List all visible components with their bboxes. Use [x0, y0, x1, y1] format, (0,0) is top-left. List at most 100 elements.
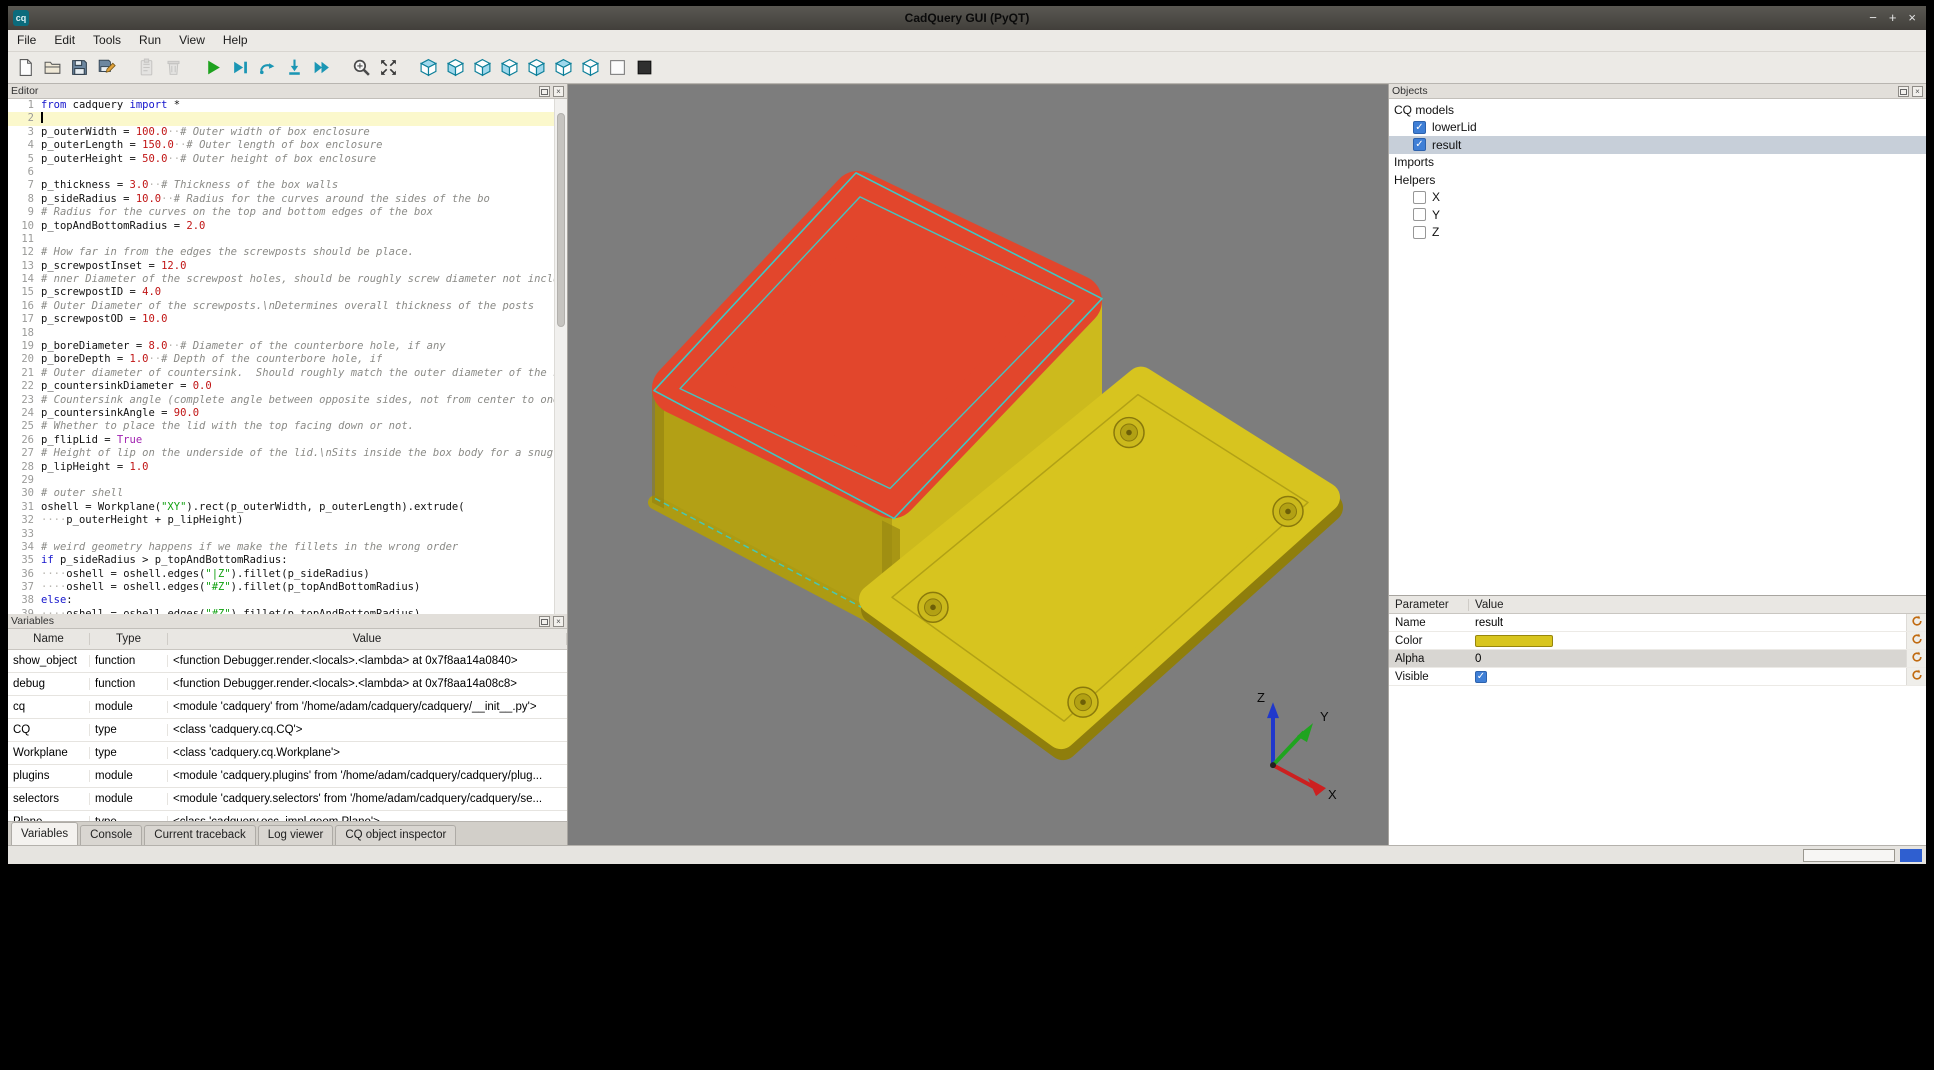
menu-file[interactable]: File: [8, 30, 45, 51]
reset-button[interactable]: [1911, 651, 1923, 666]
checkbox-x[interactable]: [1413, 191, 1426, 204]
tree-item-cq-models[interactable]: CQ models: [1389, 101, 1926, 119]
table-row[interactable]: Planetype<class 'cadquery.occ_impl.geom.…: [8, 811, 567, 821]
table-row[interactable]: show_objectfunction<function Debugger.re…: [8, 650, 567, 673]
zoom-fit-icon: [352, 58, 371, 77]
table-row[interactable]: CQtype<class 'cadquery.cq.CQ'>: [8, 719, 567, 742]
view-back-icon: [473, 58, 492, 77]
view-top-button[interactable]: [550, 55, 577, 81]
view-bottom-button[interactable]: [577, 55, 604, 81]
parameter-row-color[interactable]: Color: [1389, 632, 1926, 650]
editor-close-button[interactable]: ×: [553, 86, 564, 97]
tab-variables[interactable]: Variables: [11, 822, 78, 845]
checkbox-result[interactable]: ✓: [1413, 138, 1426, 151]
variables-column-header[interactable]: Value: [168, 633, 567, 645]
tab-console[interactable]: Console: [80, 825, 142, 845]
code-text: # Radius for the curves on the top and b…: [41, 206, 433, 219]
fit-all-button[interactable]: [375, 55, 402, 81]
view-iso-button[interactable]: [415, 55, 442, 81]
table-row[interactable]: debugfunction<function Debugger.render.<…: [8, 673, 567, 696]
new-file-button[interactable]: [12, 55, 39, 81]
tree-item-z[interactable]: Z: [1389, 224, 1926, 242]
editor-float-button[interactable]: [539, 86, 550, 97]
visible-checkbox[interactable]: ✓: [1475, 671, 1487, 683]
tab-log-viewer[interactable]: Log viewer: [258, 825, 334, 845]
variables-column-header[interactable]: Type: [90, 633, 168, 645]
table-row[interactable]: Workplanetype<class 'cadquery.cq.Workpla…: [8, 742, 567, 765]
reset-cell: [1906, 650, 1926, 667]
menu-edit[interactable]: Edit: [45, 30, 84, 51]
tree-item-result[interactable]: ✓result: [1389, 136, 1926, 154]
checkbox-z[interactable]: [1413, 226, 1426, 239]
editor-scrollbar-thumb[interactable]: [557, 113, 565, 327]
table-row[interactable]: selectorsmodule<module 'cadquery.selecto…: [8, 788, 567, 811]
reset-button[interactable]: [1911, 669, 1923, 684]
save-button[interactable]: [66, 55, 93, 81]
right-column: Objects × CQ models✓lowerLid✓resultImpor…: [1388, 84, 1926, 845]
parameter-column-header[interactable]: Parameter: [1389, 599, 1469, 611]
viewport-3d[interactable]: Z Y X: [568, 84, 1388, 845]
toolbar-separator: [402, 55, 415, 81]
table-row[interactable]: pluginsmodule<module 'cadquery.plugins' …: [8, 765, 567, 788]
table-row[interactable]: cqmodule<module 'cadquery' from '/home/a…: [8, 696, 567, 719]
tree-item-y[interactable]: Y: [1389, 206, 1926, 224]
open-file-button[interactable]: [39, 55, 66, 81]
tree-item-x[interactable]: X: [1389, 189, 1926, 207]
zoom-fit-button[interactable]: [348, 55, 375, 81]
variables-float-button[interactable]: [539, 616, 550, 627]
tree-item-lowerlid[interactable]: ✓ lowerLid: [1389, 119, 1926, 137]
variables-column-header[interactable]: Name: [8, 633, 90, 645]
code-text: ····p_outerHeight + p_lipHeight): [41, 514, 243, 527]
parameter-row-visible[interactable]: Visible✓: [1389, 668, 1926, 686]
trash-button[interactable]: [160, 55, 187, 81]
code-line: 26p_flipLid = True: [8, 434, 567, 447]
close-button[interactable]: ×: [1908, 6, 1916, 30]
reset-button[interactable]: [1911, 633, 1923, 648]
run-button[interactable]: [200, 55, 227, 81]
clear-button[interactable]: [133, 55, 160, 81]
tab-current-traceback[interactable]: Current traceback: [144, 825, 255, 845]
menu-tools[interactable]: Tools: [84, 30, 130, 51]
variables-panel-title: Variables: [11, 615, 54, 627]
color-swatch[interactable]: [1475, 635, 1553, 647]
debug-button[interactable]: [227, 55, 254, 81]
menu-help[interactable]: Help: [214, 30, 257, 51]
reset-cell: [1906, 614, 1926, 631]
objects-close-button[interactable]: ×: [1912, 86, 1923, 97]
code-text: p_screwpostInset = 12.0: [41, 260, 186, 273]
wireframe-button[interactable]: [604, 55, 631, 81]
code-line: 23# Countersink angle (complete angle be…: [8, 394, 567, 407]
tree-item-helpers[interactable]: Helpers: [1389, 171, 1926, 189]
code-line: 25# Whether to place the lid with the to…: [8, 420, 567, 433]
step-over-button[interactable]: [254, 55, 281, 81]
view-front-button[interactable]: [442, 55, 469, 81]
parameter-row-alpha[interactable]: Alpha0: [1389, 650, 1926, 668]
view-back-button[interactable]: [469, 55, 496, 81]
continue-button[interactable]: [308, 55, 335, 81]
code-editor[interactable]: 1from cadquery import *23p_outerWidth = …: [8, 99, 567, 614]
view-left-button[interactable]: [496, 55, 523, 81]
minimize-button[interactable]: −: [1869, 6, 1877, 30]
step-into-button[interactable]: [281, 55, 308, 81]
checkbox-y[interactable]: [1413, 208, 1426, 221]
shaded-button[interactable]: [631, 55, 658, 81]
parameter-row-name[interactable]: Nameresult: [1389, 614, 1926, 632]
view-right-button[interactable]: [523, 55, 550, 81]
variables-close-button[interactable]: ×: [553, 616, 564, 627]
checkbox-lowerlid[interactable]: ✓: [1413, 121, 1426, 134]
menu-run[interactable]: Run: [130, 30, 170, 51]
save-as-button[interactable]: [93, 55, 120, 81]
tree-item-label: lowerLid: [1432, 120, 1477, 134]
reset-button[interactable]: [1911, 615, 1923, 630]
window-controls: − + ×: [1869, 6, 1926, 30]
tab-cq-object-inspector[interactable]: CQ object inspector: [335, 825, 456, 845]
code-line: 21# Outer diameter of countersink. Shoul…: [8, 367, 567, 380]
menu-view[interactable]: View: [170, 30, 214, 51]
value-column-header[interactable]: Value: [1469, 599, 1926, 611]
maximize-button[interactable]: +: [1889, 6, 1897, 30]
code-line: 24p_countersinkAngle = 90.0: [8, 407, 567, 420]
editor-scrollbar[interactable]: [554, 99, 567, 614]
objects-float-button[interactable]: [1898, 86, 1909, 97]
tree-item-imports[interactable]: Imports: [1389, 154, 1926, 172]
code-text: p_flipLid = True: [41, 434, 142, 447]
